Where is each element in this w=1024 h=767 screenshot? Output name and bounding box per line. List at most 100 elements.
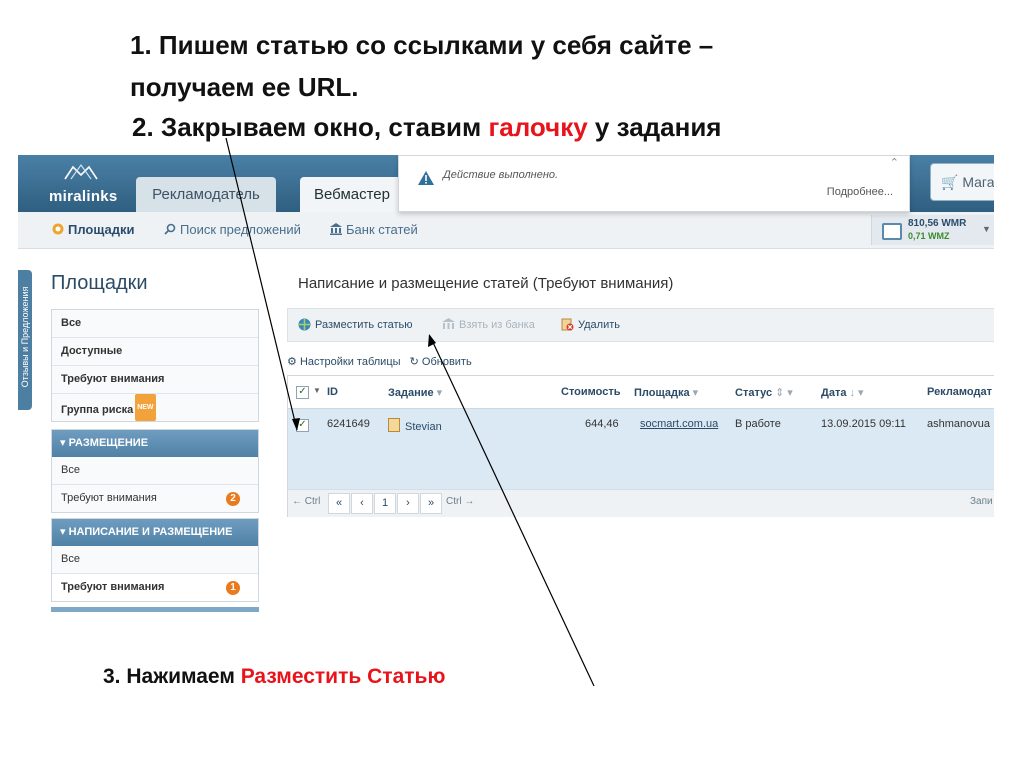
writing-item-all[interactable]: Все [52,546,258,574]
market-button[interactable]: 🛒 Мага [930,163,994,201]
row-status: В работе [735,418,781,430]
sub-navigation: Площадки Поиск предложений Банк статей 8… [18,212,994,249]
table-settings-label: Настройки таблицы [299,356,401,368]
sort-icon: ⇕ [775,387,785,399]
search-icon [164,223,176,235]
pager-right-text: Запи [970,496,993,507]
filter-icon: ▾ [436,387,443,399]
wallet-wmz: 0,71 WMZ [908,231,950,241]
subnav-item-article-bank[interactable]: Банк статей [330,222,418,237]
row-checkbox[interactable]: ✓ [296,419,309,432]
bank-icon [330,223,342,235]
market-button-label: Мага [962,174,994,190]
table-header: ✓ ▼ ID Задание ▾ Стоимость Площадка ▾ Стат… [288,376,994,409]
writing-header-label: НАПИСАНИЕ И РАЗМЕЩЕНИЕ [68,526,233,538]
sidebar-item-risk-group[interactable]: Группа риска NEW [52,394,258,421]
writing-header[interactable]: ▾ НАПИСАНИЕ И РАЗМЕЩЕНИЕ [52,519,258,546]
take-from-bank-button[interactable]: Взять из банка [442,318,535,331]
wallet-wmr: 810,56 WMR [908,218,967,229]
subnav-item-sites[interactable]: Площадки [52,222,134,237]
sidebar-group-writing: ▾ НАПИСАНИЕ И РАЗМЕЩЕНИЕ Все Требуют вни… [51,518,259,602]
column-site[interactable]: Площадка ▾ [634,386,698,399]
filter-icon: ▾ [857,387,864,399]
pagination: ← Ctrl « ‹ 1 › » Ctrl → Запи [288,489,994,517]
column-cost[interactable]: Стоимость [561,386,621,398]
column-date[interactable]: Дата ↓ ▾ [821,386,864,399]
tab-advertiser[interactable]: Рекламодатель [136,177,276,212]
globe-icon [298,318,311,331]
step2-before: 2. Закрываем окно, ставим [132,112,489,142]
table-controls: ⚙ Настройки таблицы ↻ Обновить [287,355,472,368]
column-task[interactable]: Задание ▾ [388,386,442,399]
row-id: 6241649 [327,418,370,430]
sidebar-item-available[interactable]: Доступные [52,338,258,366]
select-all-checkbox[interactable]: ✓ [296,386,309,399]
step2-after: у задания [587,112,722,142]
feedback-tab[interactable]: Отзывы и Предложения [18,270,32,410]
document-icon [388,418,400,432]
page-title: Написание и размещение статей (Требуют в… [298,275,674,292]
wallet-balance[interactable]: 810,56 WMR 0,71 WMZ ▼ [871,215,994,245]
row-advertiser: ashmanovua [927,418,990,430]
column-status-label: Статус [735,387,773,399]
wallet-dropdown-icon: ▼ [982,224,991,234]
pager-first-button[interactable]: « [328,493,350,514]
table-row[interactable]: ✓ 6241649 Stevian 644,46 socmart.com.ua … [288,409,994,489]
column-id[interactable]: ID [327,386,338,398]
row-task[interactable]: Stevian [388,418,442,433]
row-site-link[interactable]: socmart.com.ua [640,418,718,430]
filter-icon: ▾ [692,387,699,399]
bank-icon [442,318,455,329]
sidebar-item-attention[interactable]: Требуют внимания [52,366,258,394]
sites-icon [52,223,64,235]
subnav-item-search-offers[interactable]: Поиск предложений [164,222,301,237]
cart-icon: 🛒 [941,174,959,190]
column-date-label: Дата [821,387,847,399]
delete-button[interactable]: Удалить [561,318,620,331]
row-cost: 644,46 [585,418,619,430]
subnav-item-search-offers-label: Поиск предложений [180,222,301,237]
notification-message: Действие выполнено. [443,169,559,181]
sidebar-title: Площадки [51,272,148,294]
take-from-bank-label: Взять из банка [459,319,535,331]
pager-next-button[interactable]: › [397,493,419,514]
placement-item-all[interactable]: Все [52,457,258,485]
writing-item-attention[interactable]: Требуют внимания 1 [52,574,258,601]
logo[interactable]: miralinks [43,161,123,209]
column-site-label: Площадка [634,387,690,399]
column-status[interactable]: Статус ⇕ ▾ [735,386,793,399]
place-article-button[interactable]: Разместить статью [298,318,413,331]
pager-next-hint: Ctrl → [446,496,475,507]
sidebar-item-all[interactable]: Все [52,310,258,338]
logo-mark-icon [64,163,98,180]
count-badge: 2 [226,492,240,506]
step1-line2: получаем ее URL. [130,72,359,102]
app-screenshot: miralinks Рекламодатель Вебмастер 🛒 Мага… [18,155,994,620]
sidebar-item-risk-group-label: Группа риска [61,404,134,416]
step2-note: 2. Закрываем окно, ставим галочку у зада… [132,112,721,143]
table-settings-link[interactable]: ⚙ Настройки таблицы [287,356,401,368]
step1-note: 1. Пишем статью со ссылками у себя сайте… [130,30,713,61]
pager-prev-button[interactable]: ‹ [351,493,373,514]
new-badge: NEW [135,394,156,421]
pager-page-button[interactable]: 1 [374,493,396,514]
notification-more-link[interactable]: Подробнее... [827,186,893,198]
sort-desc-icon: ↓ [849,387,855,399]
subnav-item-article-bank-label: Банк статей [346,222,418,237]
pager-last-button[interactable]: » [420,493,442,514]
placement-header[interactable]: ▾ РАЗМЕЩЕНИЕ [52,430,258,457]
sidebar-group-sites: Все Доступные Требуют внимания Группа ри… [51,309,259,422]
collapse-arrow-icon: ▾ [60,526,66,538]
step3-note: 3. Нажимаем Разместить Статью [103,661,445,692]
sidebar-group-bottom-strip [51,607,259,612]
collapse-chevron-icon[interactable]: ⌃ [890,156,899,169]
step2-highlight: галочку [488,112,588,142]
select-all-dropdown-icon[interactable]: ▼ [313,386,321,395]
placement-item-attention-label: Требуют внимания [61,492,157,504]
row-date: 13.09.2015 09:11 [821,418,906,430]
column-advertiser[interactable]: Рекламодат [927,386,992,398]
delete-icon [561,318,574,331]
notification-popup: Действие выполнено. Подробнее... ⌃ [398,155,910,212]
placement-item-attention[interactable]: Требуют внимания 2 [52,485,258,512]
refresh-link[interactable]: ↻ Обновить [410,356,472,368]
